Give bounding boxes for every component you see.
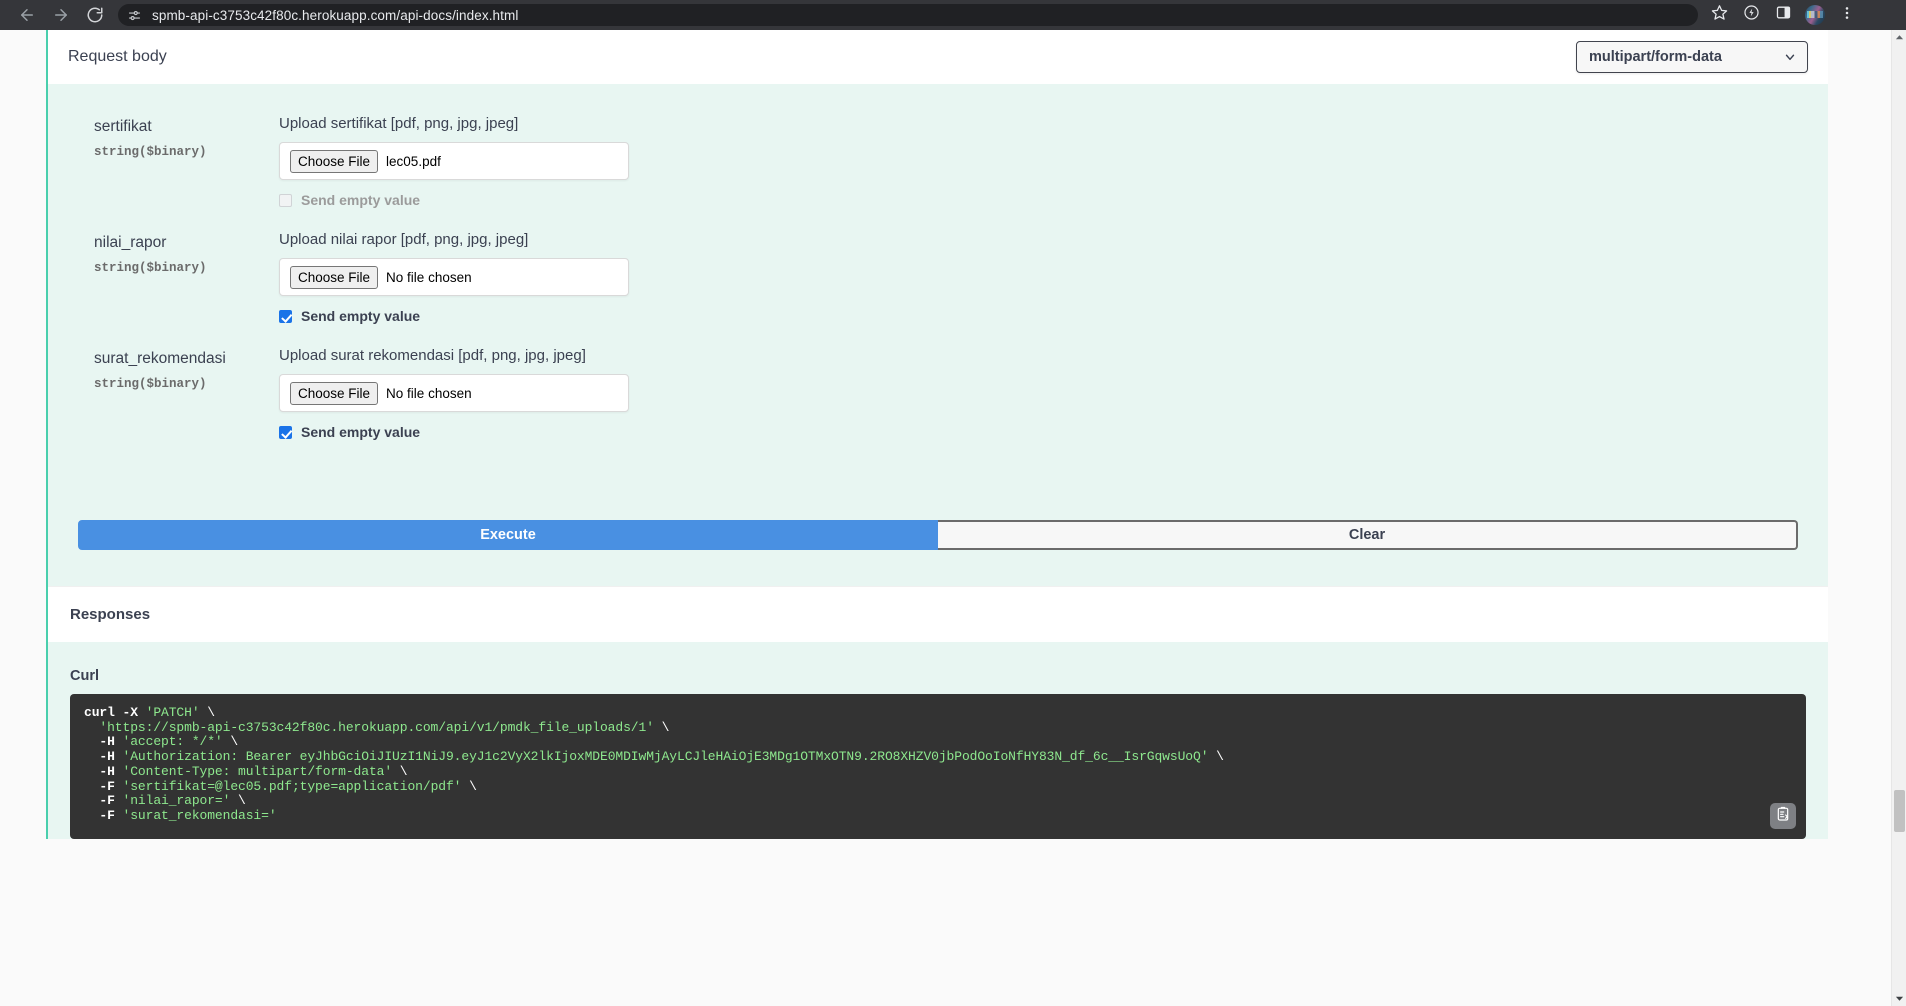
copy-to-clipboard-button[interactable] — [1770, 803, 1796, 829]
param-row-nilai-rapor: nilai_rapor string($binary) Upload nilai… — [68, 230, 1808, 344]
side-panel-icon — [1775, 4, 1792, 26]
copy-to-clipboard-icon — [1775, 806, 1791, 827]
file-name-label: lec05.pdf — [386, 153, 441, 169]
file-name-label: No file chosen — [386, 269, 472, 285]
send-empty-label: Send empty value — [301, 192, 421, 208]
content-type-select[interactable]: multipart/form-data — [1576, 41, 1808, 73]
responses-header: Responses — [48, 586, 1828, 642]
send-empty-row-surat-rekomendasi[interactable]: Send empty value — [279, 424, 1808, 440]
page-content: Request body multipart/form-data sertifi… — [0, 30, 1891, 1006]
back-button[interactable] — [10, 2, 44, 28]
request-body-header: Request body multipart/form-data — [48, 30, 1828, 84]
address-bar[interactable]: spmb-api-c3753c42f80c.herokuapp.com/api-… — [118, 4, 1698, 26]
choose-file-button[interactable]: Choose File — [290, 149, 379, 173]
request-body-title: Request body — [68, 48, 167, 65]
param-name: surat_rekomendasi — [94, 350, 226, 367]
param-control-col: Upload nilai rapor [pdf, png, jpg, jpeg]… — [279, 230, 1808, 344]
param-control-col: Upload sertifikat [pdf, png, jpg, jpeg] … — [279, 114, 1808, 228]
param-control-col: Upload surat rekomendasi [pdf, png, jpg,… — [279, 346, 1808, 460]
param-type: string($binary) — [94, 145, 207, 159]
profile-avatar[interactable] — [1805, 5, 1825, 25]
reload-button[interactable] — [78, 2, 112, 28]
param-type: string($binary) — [94, 261, 207, 275]
browser-menu-button[interactable] — [1832, 2, 1862, 28]
file-name-label: No file chosen — [386, 385, 472, 401]
three-dot-menu-icon — [1839, 5, 1855, 26]
curl-code-block: curl -X 'PATCH' \ 'https://spmb-api-c375… — [70, 694, 1806, 839]
param-row-surat-rekomendasi: surat_rekomendasi string($binary) Upload… — [68, 346, 1808, 460]
chevron-down-icon — [1783, 50, 1797, 64]
operation-block: Request body multipart/form-data sertifi… — [46, 30, 1828, 839]
forward-arrow-icon — [52, 6, 70, 24]
send-empty-label: Send empty value — [301, 424, 421, 440]
action-buttons: Execute Clear — [68, 520, 1808, 586]
side-panel-button[interactable] — [1768, 2, 1798, 28]
page-scrollbar[interactable] — [1891, 30, 1906, 1006]
send-empty-row-sertifikat[interactable]: Send empty value — [279, 192, 1808, 208]
curl-code-text: curl -X 'PATCH' \ 'https://spmb-api-c375… — [84, 705, 1224, 823]
param-description: Upload sertifikat [pdf, png, jpg, jpeg] — [279, 115, 519, 132]
param-name: sertifikat — [94, 118, 152, 135]
url-text: spmb-api-c3753c42f80c.herokuapp.com/api-… — [152, 7, 519, 23]
param-name-col: sertifikat string($binary) — [94, 114, 279, 228]
bookmark-button[interactable] — [1704, 2, 1734, 28]
param-row-sertifikat: sertifikat string($binary) Upload sertif… — [68, 114, 1808, 228]
param-description: Upload nilai rapor [pdf, png, jpg, jpeg] — [279, 231, 529, 248]
responses-title: Responses — [70, 606, 151, 623]
param-type: string($binary) — [94, 377, 207, 391]
page-viewport: Request body multipart/form-data sertifi… — [0, 30, 1906, 1006]
choose-file-button[interactable]: Choose File — [290, 265, 379, 289]
choose-file-button[interactable]: Choose File — [290, 381, 379, 405]
file-input-sertifikat[interactable]: Choose File lec05.pdf — [279, 142, 629, 180]
toolbar-actions — [1704, 2, 1862, 28]
send-empty-checkbox[interactable] — [279, 309, 292, 323]
star-icon — [1711, 4, 1728, 26]
file-input-surat-rekomendasi[interactable]: Choose File No file chosen — [279, 374, 629, 412]
param-name-col: surat_rekomendasi string($binary) — [94, 346, 279, 460]
browser-toolbar: spmb-api-c3753c42f80c.herokuapp.com/api-… — [0, 0, 1906, 30]
content-type-value: multipart/form-data — [1589, 49, 1722, 65]
clear-button[interactable]: Clear — [938, 520, 1798, 550]
leaf-performance-icon — [1743, 4, 1760, 26]
performance-button[interactable] — [1736, 2, 1766, 28]
curl-label: Curl — [70, 668, 99, 684]
send-empty-checkbox[interactable] — [279, 425, 292, 439]
scroll-down-arrow-icon — [1895, 990, 1904, 1006]
reload-icon — [86, 6, 104, 24]
site-settings-icon[interactable] — [124, 5, 144, 25]
send-empty-row-nilai-rapor[interactable]: Send empty value — [279, 308, 1808, 324]
scrollbar-thumb[interactable] — [1894, 790, 1905, 832]
request-body-params: sertifikat string($binary) Upload sertif… — [48, 84, 1828, 586]
param-name: nilai_rapor — [94, 234, 167, 251]
execute-button[interactable]: Execute — [78, 520, 938, 550]
send-empty-checkbox[interactable] — [279, 193, 292, 207]
send-empty-label: Send empty value — [301, 308, 421, 324]
scroll-down-button[interactable] — [1892, 991, 1906, 1006]
responses-body: Curl curl -X 'PATCH' \ 'https://spmb-api… — [48, 642, 1828, 839]
param-name-col: nilai_rapor string($binary) — [94, 230, 279, 344]
scroll-up-button[interactable] — [1892, 30, 1906, 45]
forward-button[interactable] — [44, 2, 78, 28]
file-input-nilai-rapor[interactable]: Choose File No file chosen — [279, 258, 629, 296]
back-arrow-icon — [18, 6, 36, 24]
scroll-up-arrow-icon — [1895, 30, 1904, 47]
param-description: Upload surat rekomendasi [pdf, png, jpg,… — [279, 347, 586, 364]
